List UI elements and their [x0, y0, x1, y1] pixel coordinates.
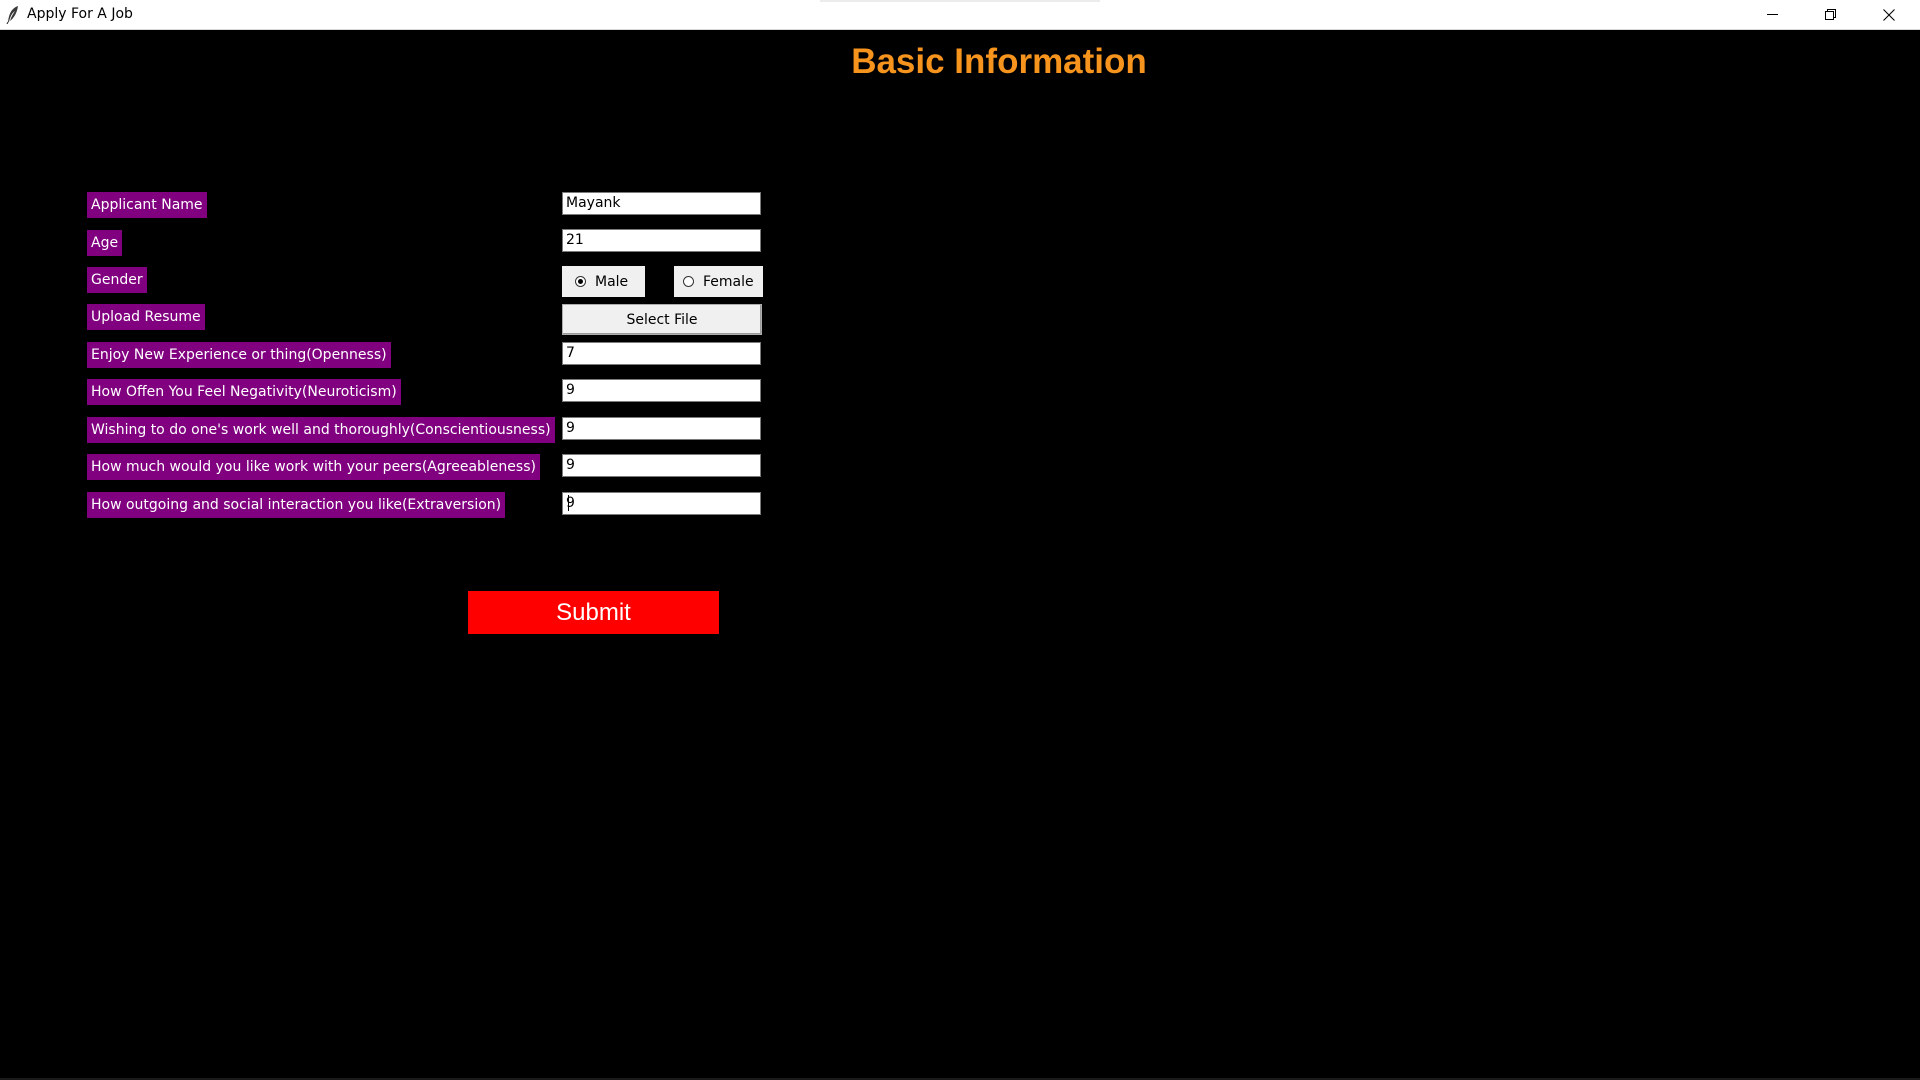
minimize-icon	[1766, 9, 1778, 20]
submit-button[interactable]: Submit	[468, 591, 719, 634]
gender-label: Gender	[87, 267, 147, 293]
restore-icon	[1824, 9, 1836, 20]
agreeableness-input[interactable]: 9	[562, 454, 761, 477]
close-icon	[1883, 8, 1895, 21]
radio-checked-icon	[575, 276, 586, 287]
openness-input[interactable]: 7	[562, 342, 761, 365]
neuroticism-input[interactable]: 9	[562, 379, 761, 402]
extraversion-label: How outgoing and social interaction you …	[87, 492, 506, 518]
extraversion-input[interactable]: 9	[562, 492, 761, 515]
text-caret	[568, 495, 569, 511]
conscientiousness-input[interactable]: 9	[562, 417, 761, 440]
age-input[interactable]: 21	[562, 229, 761, 252]
openness-label: Enjoy New Experience or thing(Openness)	[87, 342, 391, 368]
neuroticism-label: How Offen You Feel Negativity(Neuroticis…	[87, 379, 401, 405]
title-bar[interactable]: Apply For A Job	[0, 0, 1920, 30]
radio-unchecked-icon	[683, 276, 694, 287]
title-bar-divider	[820, 0, 1100, 2]
app-window: Apply For A Job Basic Information Applic…	[0, 0, 1920, 1080]
close-button[interactable]	[1860, 0, 1918, 29]
page-title-text: Basic Information	[851, 42, 1147, 81]
window-title: Apply For A Job	[27, 6, 133, 22]
agreeableness-label: How much would you like work with your p…	[87, 454, 540, 480]
gender-male-label: Male	[595, 273, 629, 290]
gender-female-label: Female	[703, 273, 754, 290]
restore-button[interactable]	[1801, 0, 1859, 29]
age-label: Age	[87, 230, 123, 256]
select-file-button[interactable]: Select File	[562, 304, 762, 335]
page-title: Basic Information	[0, 42, 1920, 82]
applicant-name-label: Applicant Name	[87, 192, 207, 218]
minimize-button[interactable]	[1743, 0, 1801, 29]
gender-female-radio[interactable]: Female	[674, 266, 763, 297]
feather-icon	[6, 5, 20, 25]
applicant-name-input[interactable]: Mayank	[562, 192, 761, 215]
upload-resume-label: Upload Resume	[87, 304, 205, 330]
gender-male-radio[interactable]: Male	[562, 266, 645, 297]
conscientiousness-label: Wishing to do one's work well and thorou…	[87, 417, 555, 443]
